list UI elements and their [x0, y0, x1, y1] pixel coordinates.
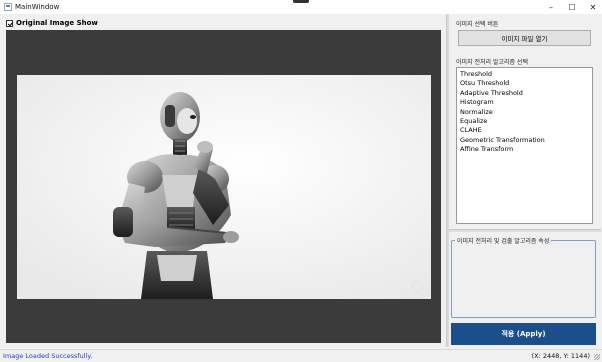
section-divider[interactable]: [449, 229, 601, 232]
list-item-normalize[interactable]: Normalize: [460, 108, 589, 117]
status-bar: Image Loaded Successfully. (X: 2448, Y: …: [0, 349, 602, 362]
original-image: [17, 75, 431, 299]
open-image-file-button[interactable]: 이미지 파일 열기: [458, 30, 591, 46]
properties-group-title: 이미지 전처리 및 검출 알고리즘 속성: [455, 236, 552, 245]
robot-photo-icon: [17, 75, 431, 299]
list-item-adaptive-threshold[interactable]: Adaptive Threshold: [460, 89, 589, 98]
cursor-coordinates: (X: 2448, Y: 1144): [531, 352, 590, 360]
snap-handle[interactable]: [293, 0, 309, 3]
list-item-affine-transform[interactable]: Affine Transform: [460, 145, 589, 154]
algorithm-section-label: 이미지 전처리 알고리즘 선택: [456, 59, 528, 66]
main-window: MainWindow – ☐ ✕ Original Image Show 이미지…: [0, 0, 602, 362]
resize-grip-icon[interactable]: [594, 354, 600, 360]
status-message: Image Loaded Successfully.: [3, 352, 93, 360]
pane-splitter[interactable]: [446, 14, 449, 347]
list-item-threshold[interactable]: Threshold: [460, 70, 589, 79]
file-section-label: 이미지 선택 버튼: [456, 21, 499, 28]
original-image-show-checkbox[interactable]: [6, 19, 13, 27]
window-app-icon: [4, 3, 12, 11]
algorithm-list[interactable]: Threshold Otsu Threshold Adaptive Thresh…: [456, 67, 593, 224]
apply-button[interactable]: 적용 (Apply): [451, 323, 596, 345]
window-title: MainWindow: [15, 3, 60, 11]
original-image-show-toggle[interactable]: Original Image Show: [6, 18, 98, 28]
minimize-button[interactable]: –: [540, 1, 562, 13]
properties-group-box: [451, 240, 596, 318]
list-item-otsu-threshold[interactable]: Otsu Threshold: [460, 79, 589, 88]
list-item-geometric-transformation[interactable]: Geometric Transformation: [460, 136, 589, 145]
list-item-histogram[interactable]: Histogram: [460, 98, 589, 107]
maximize-button[interactable]: ☐: [561, 1, 583, 13]
title-bar[interactable]: MainWindow – ☐ ✕: [0, 0, 602, 14]
list-item-equalize[interactable]: Equalize: [460, 117, 589, 126]
list-item-clahe[interactable]: CLAHE: [460, 126, 589, 135]
close-button[interactable]: ✕: [582, 1, 602, 13]
image-viewer[interactable]: [6, 30, 441, 343]
original-image-show-label: Original Image Show: [16, 19, 98, 27]
